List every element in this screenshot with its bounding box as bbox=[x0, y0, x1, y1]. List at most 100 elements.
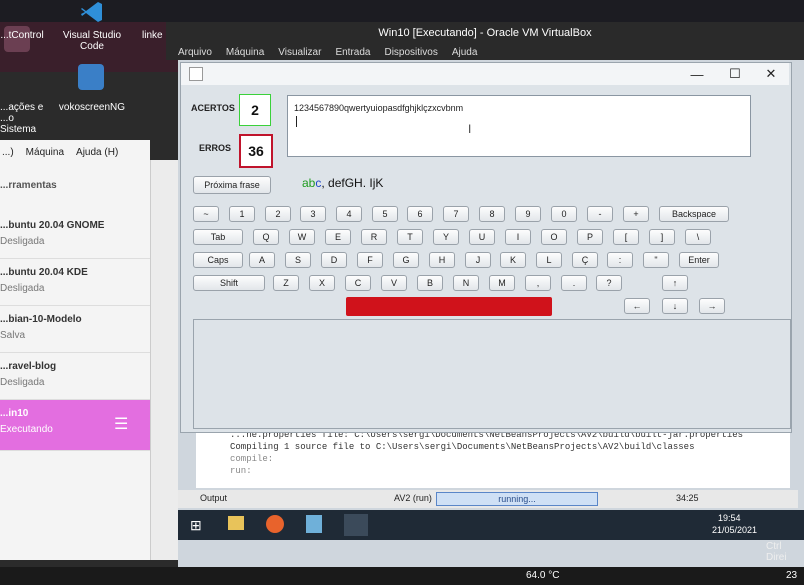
guest-date: 21/05/2021 bbox=[712, 525, 758, 535]
key[interactable]: Z bbox=[273, 275, 299, 291]
key[interactable]: N bbox=[453, 275, 479, 291]
key[interactable]: ~ bbox=[193, 206, 219, 222]
key[interactable]: 8 bbox=[479, 206, 505, 222]
key[interactable]: P bbox=[577, 229, 603, 245]
key[interactable]: K bbox=[500, 252, 526, 268]
vm-name: ...buntu 20.04 GNOME bbox=[0, 220, 105, 231]
desktop-icon-label: ...ações e ...o Sistema bbox=[0, 102, 44, 135]
key[interactable]: M bbox=[489, 275, 515, 291]
key[interactable]: 0 bbox=[551, 206, 577, 222]
key[interactable]: Y bbox=[433, 229, 459, 245]
key[interactable]: 4 bbox=[336, 206, 362, 222]
arrow-left-key[interactable]: ← bbox=[624, 298, 650, 314]
key[interactable]: H bbox=[429, 252, 455, 268]
close-button[interactable]: ✕ bbox=[754, 63, 788, 85]
enter-key[interactable]: Enter bbox=[679, 252, 719, 268]
manager-menu-item[interactable]: Máquina bbox=[26, 147, 64, 158]
key[interactable]: J bbox=[465, 252, 491, 268]
key[interactable]: 9 bbox=[515, 206, 541, 222]
spacebar-key[interactable] bbox=[346, 297, 552, 316]
key[interactable]: Ç bbox=[572, 252, 598, 268]
vm-list-item[interactable]: ...buntu 20.04 GNOME Desligada bbox=[0, 212, 150, 259]
vscode-icon[interactable] bbox=[80, 0, 104, 24]
vm-list-item-selected[interactable]: ...in10 Executando ☰ bbox=[0, 400, 150, 451]
key[interactable]: D bbox=[321, 252, 347, 268]
manager-menu-item[interactable]: Ajuda (H) bbox=[76, 147, 118, 158]
key[interactable]: V bbox=[381, 275, 407, 291]
key[interactable]: E bbox=[325, 229, 351, 245]
backspace-key[interactable]: Backspace bbox=[659, 206, 729, 222]
key[interactable]: X bbox=[309, 275, 335, 291]
shift-key[interactable]: Shift bbox=[193, 275, 265, 291]
tools-label[interactable]: ...rramentas bbox=[0, 180, 57, 191]
key[interactable]: \ bbox=[685, 229, 711, 245]
maximize-button[interactable]: ☐ bbox=[718, 63, 752, 85]
manager-tools-strip bbox=[150, 160, 181, 560]
vm-list-item[interactable]: ...bian-10-Modelo Salva bbox=[0, 306, 150, 353]
vm-status: Desligada bbox=[0, 377, 45, 388]
key[interactable]: 2 bbox=[265, 206, 291, 222]
key[interactable]: [ bbox=[613, 229, 639, 245]
vm-name: ...ravel-blog bbox=[0, 361, 57, 372]
virtual-keyboard: ~ 1 2 3 4 5 6 7 8 9 0 - + Backspace Tab … bbox=[193, 206, 793, 296]
key[interactable]: T bbox=[397, 229, 423, 245]
next-phrase-button[interactable]: Próxima frase bbox=[193, 176, 271, 194]
vm-status: Salva bbox=[0, 330, 26, 341]
key[interactable]: " bbox=[643, 252, 669, 268]
key[interactable]: L bbox=[536, 252, 562, 268]
key[interactable]: G bbox=[393, 252, 419, 268]
menu-ajuda[interactable]: Ajuda bbox=[452, 47, 478, 58]
output-line: run: bbox=[230, 466, 252, 476]
key[interactable]: 5 bbox=[372, 206, 398, 222]
key[interactable]: 7 bbox=[443, 206, 469, 222]
vm-list-item[interactable]: ...buntu 20.04 KDE Desligada bbox=[0, 259, 150, 306]
arrow-up-key[interactable]: ↑ bbox=[662, 275, 688, 291]
menu-entrada[interactable]: Entrada bbox=[335, 47, 370, 58]
key[interactable]: 3 bbox=[300, 206, 326, 222]
vokoscreen-icon[interactable] bbox=[78, 64, 104, 90]
menu-dispositivos[interactable]: Dispositivos bbox=[384, 47, 437, 58]
key[interactable]: . bbox=[561, 275, 587, 291]
netbeans-status-bar: Output AV2 (run) running... 34:25 bbox=[178, 490, 798, 508]
key[interactable]: U bbox=[469, 229, 495, 245]
file-explorer-icon[interactable] bbox=[228, 516, 244, 530]
key[interactable]: F bbox=[357, 252, 383, 268]
menu-visualizar[interactable]: Visualizar bbox=[278, 47, 321, 58]
vm-list-item[interactable]: ...ravel-blog Desligada bbox=[0, 353, 150, 400]
minimize-button[interactable]: — bbox=[680, 63, 714, 85]
vm-name: ...bian-10-Modelo bbox=[0, 314, 82, 325]
vm-menu-icon[interactable]: ☰ bbox=[114, 414, 128, 434]
key[interactable]: C bbox=[345, 275, 371, 291]
key[interactable]: B bbox=[417, 275, 443, 291]
menu-arquivo[interactable]: Arquivo bbox=[178, 47, 212, 58]
menu-maquina[interactable]: Máquina bbox=[226, 47, 264, 58]
key[interactable]: 1 bbox=[229, 206, 255, 222]
output-tab[interactable]: Output bbox=[200, 493, 227, 503]
key[interactable]: 6 bbox=[407, 206, 433, 222]
key[interactable]: I bbox=[505, 229, 531, 245]
key[interactable]: R bbox=[361, 229, 387, 245]
host-clock: 23 bbox=[786, 570, 798, 581]
key[interactable]: : bbox=[607, 252, 633, 268]
manager-menu-item[interactable]: ...) bbox=[2, 147, 14, 158]
key[interactable]: - bbox=[587, 206, 613, 222]
key[interactable]: S bbox=[285, 252, 311, 268]
key[interactable]: + bbox=[623, 206, 649, 222]
key[interactable]: O bbox=[541, 229, 567, 245]
typing-input[interactable]: 1234567890qwertyuiopasdfghjklçzxcvbnm I bbox=[287, 95, 751, 157]
arrow-down-key[interactable]: ↓ bbox=[662, 298, 688, 314]
windows-start-icon[interactable]: ⊞ bbox=[190, 517, 202, 534]
firefox-icon[interactable] bbox=[266, 515, 284, 533]
key[interactable]: A bbox=[249, 252, 275, 268]
typed-text: 1234567890qwertyuiopasdfghjklçzxcvbnm bbox=[294, 103, 464, 113]
tab-key[interactable]: Tab bbox=[193, 229, 243, 245]
key[interactable]: Q bbox=[253, 229, 279, 245]
virtualbox-icon[interactable] bbox=[306, 515, 322, 533]
java-app-icon[interactable] bbox=[344, 514, 368, 536]
caps-key[interactable]: Caps bbox=[193, 252, 243, 268]
arrow-right-key[interactable]: → bbox=[699, 298, 725, 314]
key[interactable]: ? bbox=[596, 275, 622, 291]
key[interactable]: , bbox=[525, 275, 551, 291]
key[interactable]: ] bbox=[649, 229, 675, 245]
key[interactable]: W bbox=[289, 229, 315, 245]
